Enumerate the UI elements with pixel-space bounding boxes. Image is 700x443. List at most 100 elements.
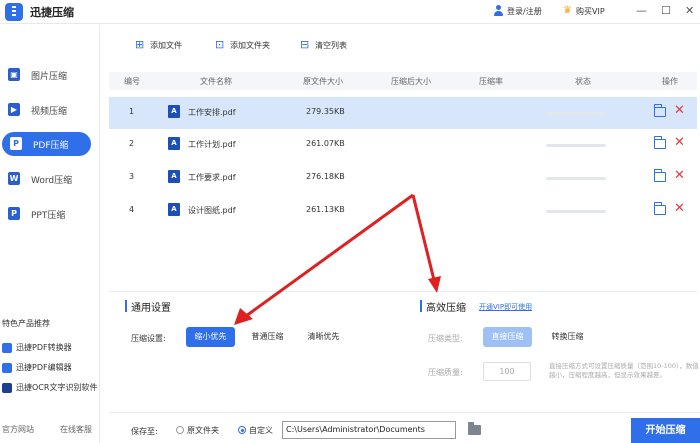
column-header-ratio: 压缩率 bbox=[479, 77, 503, 86]
sidebar-item-pdf-compress[interactable]: P PDF压缩 bbox=[2, 132, 91, 156]
sidebar-item-word-compress[interactable]: W Word压缩 bbox=[0, 167, 96, 191]
row-number: 2 bbox=[129, 139, 135, 148]
radio-original-folder[interactable] bbox=[176, 426, 184, 434]
sidebar-item-video-compress[interactable]: ▶ 视频压缩 bbox=[0, 98, 96, 122]
table-header: 编号 文件名称 原文件大小 压缩后大小 压缩率 状态 操作 bbox=[109, 72, 697, 90]
quality-input[interactable]: 100 bbox=[483, 362, 531, 381]
delete-icon[interactable]: ✕ bbox=[674, 103, 685, 119]
row-filename: 设计图纸.pdf bbox=[188, 206, 236, 215]
table-row[interactable]: 3 A 工作要求.pdf 276.18KB ✕ bbox=[109, 162, 697, 194]
sidebar-item-image-compress[interactable]: ▣ 图片压缩 bbox=[0, 63, 96, 87]
featured-products-title: 特色产品推荐 bbox=[2, 319, 50, 328]
sidebar-item-ppt-compress[interactable]: P PPT压缩 bbox=[0, 202, 96, 226]
delete-icon[interactable]: ✕ bbox=[674, 135, 685, 151]
close-window-button[interactable]: ✕ bbox=[685, 3, 694, 19]
add-folder-label: 添加文件夹 bbox=[230, 41, 270, 50]
image-icon: ▣ bbox=[8, 68, 20, 81]
vip-crown-icon[interactable]: ♛ bbox=[563, 5, 572, 17]
general-settings-title: 通用设置 bbox=[131, 303, 171, 314]
user-icon[interactable] bbox=[493, 5, 504, 17]
settings-panel bbox=[109, 291, 697, 403]
radio-custom-folder-label[interactable]: 自定义 bbox=[249, 425, 273, 436]
status-progress-bar bbox=[546, 144, 606, 147]
status-progress-bar bbox=[546, 177, 606, 180]
status-progress-bar bbox=[546, 112, 606, 115]
clear-list-label: 清空列表 bbox=[315, 41, 347, 50]
column-header-compressed-size: 压缩后大小 bbox=[391, 77, 431, 86]
open-folder-icon[interactable] bbox=[653, 136, 666, 149]
column-header-filename: 文件名称 bbox=[200, 77, 232, 86]
section-accent-bar bbox=[420, 300, 422, 312]
delete-icon[interactable]: ✕ bbox=[674, 201, 685, 217]
app-title: 迅捷压缩 bbox=[30, 6, 74, 19]
pdf-file-icon: A bbox=[168, 170, 180, 183]
official-website-link[interactable]: 官方网站 bbox=[2, 424, 34, 435]
row-original-size: 261.07KB bbox=[306, 139, 345, 148]
maximize-button[interactable]: ☐ bbox=[661, 3, 671, 19]
quality-hint-text: 直接压缩方式可设置压缩质量（范围10-100），数值越小，压缩程度越高，但显示效… bbox=[549, 362, 699, 379]
sidebar-item-label: 视频压缩 bbox=[31, 107, 68, 117]
column-header-actions: 操作 bbox=[662, 77, 678, 86]
advanced-compress-title: 高效压缩 bbox=[426, 303, 466, 314]
table-row[interactable]: 2 A 工作计划.pdf 261.07KB ✕ bbox=[109, 129, 697, 161]
row-original-size: 276.18KB bbox=[306, 172, 345, 181]
login-register-link[interactable]: 登录/注册 bbox=[507, 6, 542, 17]
pdf-file-icon: A bbox=[168, 105, 180, 118]
video-icon: ▶ bbox=[8, 103, 20, 116]
open-folder-icon[interactable] bbox=[653, 169, 666, 182]
table-row[interactable]: 4 A 设计图纸.pdf 261.13KB ✕ bbox=[109, 195, 697, 227]
option-shrink-priority[interactable]: 缩小优先 bbox=[186, 327, 235, 347]
option-direct-compress[interactable]: 直接压缩 bbox=[483, 327, 532, 347]
trash-icon: ⊟ bbox=[300, 38, 310, 51]
open-folder-icon[interactable] bbox=[653, 202, 666, 215]
row-original-size: 279.35KB bbox=[306, 107, 345, 116]
option-convert-compress[interactable]: 转换压缩 bbox=[543, 327, 592, 347]
online-support-link[interactable]: 在线客服 bbox=[60, 424, 92, 435]
option-normal-compress[interactable]: 普通压缩 bbox=[243, 327, 292, 347]
row-number: 4 bbox=[129, 205, 135, 214]
option-clarity-priority[interactable]: 清晰优先 bbox=[299, 327, 348, 347]
pdf-icon: P bbox=[10, 137, 22, 150]
column-header-original-size: 原文件大小 bbox=[303, 77, 343, 86]
section-accent-bar bbox=[125, 300, 127, 312]
compress-type-label: 压缩类型: bbox=[428, 334, 463, 343]
title-bar: 迅捷压缩 登录/注册 ♛ 购买VIP — ☐ ✕ bbox=[0, 0, 700, 24]
browse-folder-icon[interactable] bbox=[468, 422, 481, 435]
word-icon: W bbox=[8, 172, 20, 185]
sidebar-item-label: PDF压缩 bbox=[33, 141, 69, 151]
open-folder-icon[interactable] bbox=[653, 104, 666, 117]
row-filename: 工作计划.pdf bbox=[188, 140, 236, 149]
save-path-input[interactable]: C:\Users\Administrator\Documents bbox=[282, 421, 456, 439]
delete-icon[interactable]: ✕ bbox=[674, 168, 685, 184]
open-vip-link[interactable]: 开通VIP即可使用 bbox=[479, 302, 532, 312]
compress-setting-label: 压缩设置: bbox=[131, 334, 166, 343]
start-compress-button[interactable]: 开始压缩 bbox=[631, 418, 700, 443]
table-row[interactable]: 1 A 工作安排.pdf 279.35KB ✕ bbox=[109, 97, 697, 129]
sidebar-item-label: Word压缩 bbox=[31, 176, 73, 186]
column-header-status: 状态 bbox=[575, 77, 591, 86]
radio-original-folder-label[interactable]: 原文件夹 bbox=[187, 425, 219, 436]
featured-label: 迅捷PDF编辑器 bbox=[16, 363, 72, 372]
pdf-editor-icon bbox=[2, 363, 12, 373]
radio-custom-folder[interactable] bbox=[238, 426, 246, 434]
pdf-file-icon: A bbox=[168, 203, 180, 216]
save-to-label: 保存至: bbox=[131, 427, 158, 436]
sidebar: ▣ 图片压缩 ▶ 视频压缩 P PDF压缩 W Word压缩 P PPT压缩 特… bbox=[0, 25, 100, 443]
pdf-file-icon: A bbox=[168, 137, 180, 150]
ocr-icon bbox=[2, 383, 12, 393]
sidebar-item-label: PPT压缩 bbox=[31, 211, 66, 221]
app-logo-icon bbox=[5, 3, 23, 21]
minimize-button[interactable]: — bbox=[636, 3, 647, 19]
status-progress-bar bbox=[546, 210, 606, 213]
add-file-label: 添加文件 bbox=[150, 41, 182, 50]
row-filename: 工作安排.pdf bbox=[188, 108, 236, 117]
featured-label: 迅捷OCR文字识别软件 bbox=[16, 383, 98, 392]
row-number: 1 bbox=[129, 107, 135, 116]
sidebar-item-label: 图片压缩 bbox=[31, 72, 68, 82]
buy-vip-link[interactable]: 购买VIP bbox=[576, 6, 605, 17]
compress-quality-label: 压缩质量: bbox=[428, 368, 463, 377]
row-filename: 工作要求.pdf bbox=[188, 173, 236, 182]
add-folder-icon: ⊡ bbox=[215, 38, 225, 51]
featured-label: 迅捷PDF转换器 bbox=[16, 343, 72, 352]
add-file-icon: ⊞ bbox=[135, 38, 145, 51]
